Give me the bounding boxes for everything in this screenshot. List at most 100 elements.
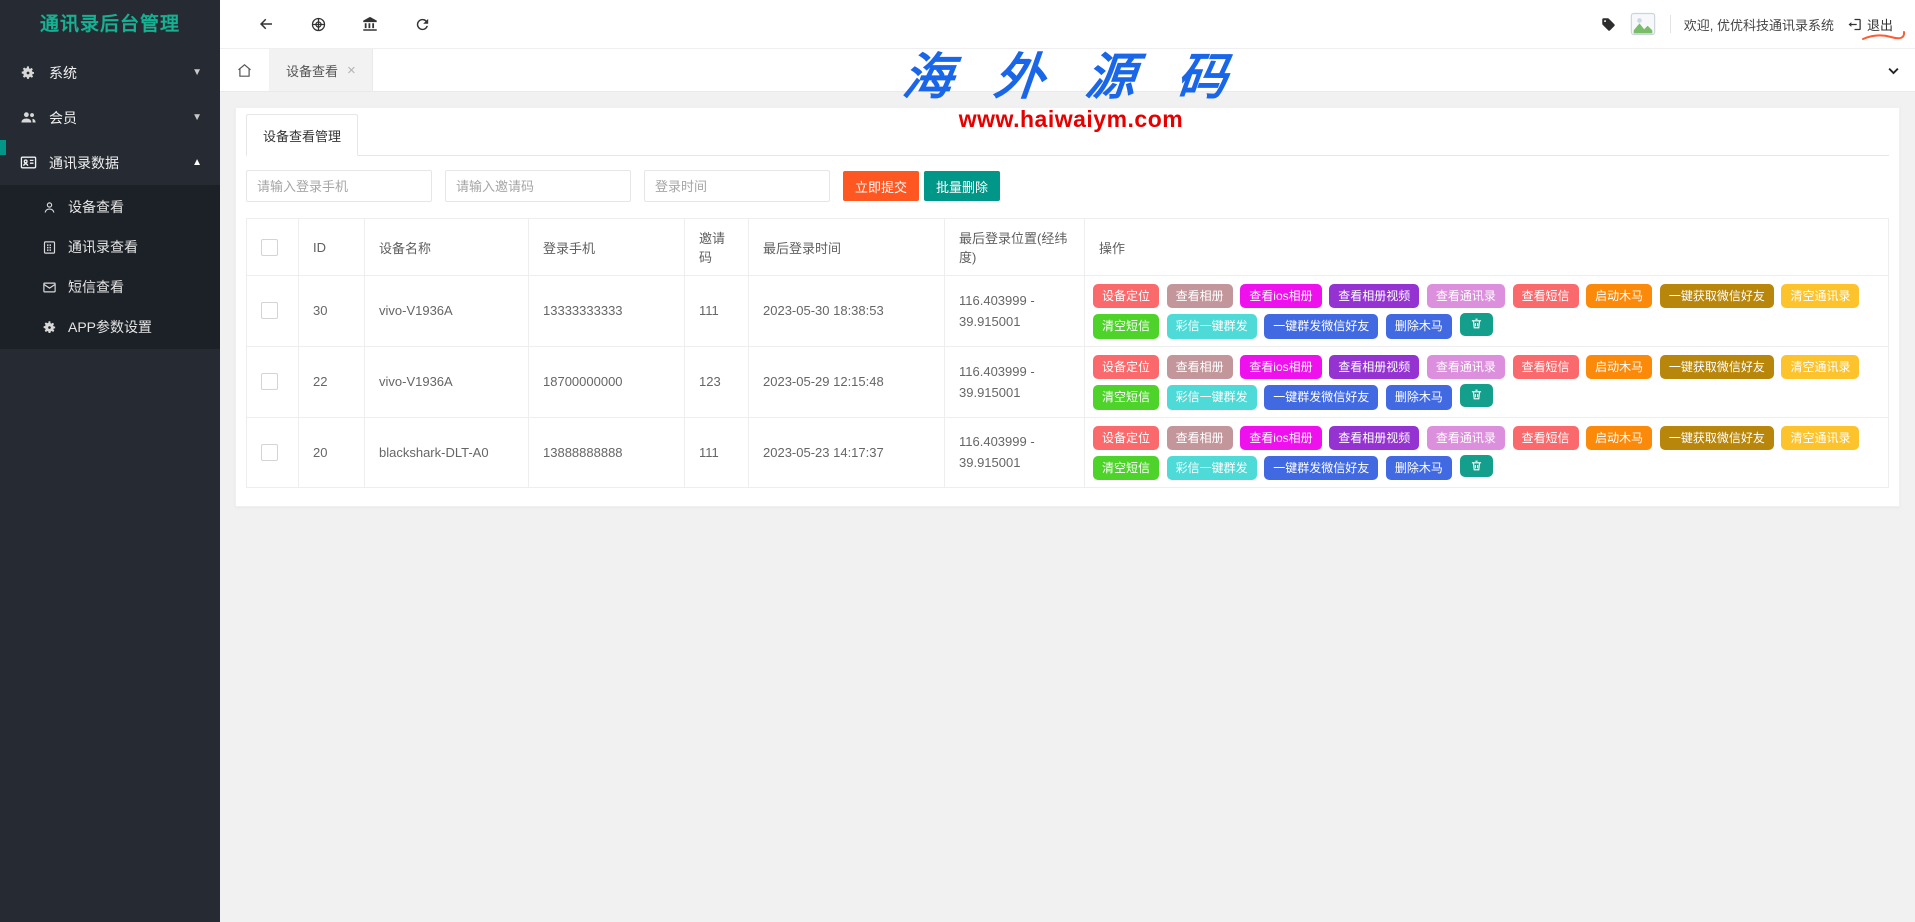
- clear-sms-button[interactable]: 清空短信: [1093, 314, 1159, 338]
- sidebar-item-label: 系统: [49, 63, 77, 83]
- cell-device: vivo-V1936A: [365, 346, 529, 417]
- view-ios-album-button[interactable]: 查看ios相册: [1240, 355, 1321, 379]
- close-icon[interactable]: ×: [347, 63, 356, 78]
- sidebar-item-label: APP参数设置: [68, 317, 152, 337]
- view-album-button[interactable]: 查看相册: [1167, 284, 1233, 308]
- sidebar-item-device-view[interactable]: 设备查看: [0, 187, 220, 227]
- view-album-button[interactable]: 查看相册: [1167, 426, 1233, 450]
- start-trojan-button[interactable]: 启动木马: [1586, 355, 1652, 379]
- cell-phone: 18700000000: [529, 346, 685, 417]
- logout-button[interactable]: 退出: [1847, 15, 1897, 34]
- select-all-checkbox[interactable]: [261, 239, 278, 256]
- locate-device-button[interactable]: 设备定位: [1093, 426, 1159, 450]
- id-card-icon: [20, 154, 40, 171]
- delete-trojan-button[interactable]: 删除木马: [1386, 456, 1452, 480]
- clear-contacts-button[interactable]: 清空通讯录: [1781, 355, 1859, 379]
- cell-phone: 13888888888: [529, 417, 685, 488]
- user-icon: [42, 200, 60, 215]
- tab-device-view[interactable]: 设备查看 ×: [270, 49, 373, 91]
- tab-label: 设备查看: [286, 61, 338, 80]
- mms-group-send-button[interactable]: 彩信一键群发: [1167, 314, 1257, 338]
- cell-invite: 111: [685, 276, 749, 347]
- wechat-group-send-button[interactable]: 一键群发微信好友: [1264, 314, 1378, 338]
- sidebar-item-label: 会员: [49, 108, 77, 128]
- row-checkbox[interactable]: [261, 302, 278, 319]
- back-icon[interactable]: [240, 0, 292, 49]
- clear-contacts-button[interactable]: 清空通讯录: [1781, 284, 1859, 308]
- view-sms-button[interactable]: 查看短信: [1513, 426, 1579, 450]
- row-checkbox[interactable]: [261, 373, 278, 390]
- cell-location: 116.403999 - 39.915001: [945, 417, 1085, 488]
- view-album-video-button[interactable]: 查看相册视频: [1329, 284, 1419, 308]
- chevron-down-icon: ▼: [192, 67, 202, 78]
- clear-sms-button[interactable]: 清空短信: [1093, 385, 1159, 409]
- get-wechat-friends-button[interactable]: 一键获取微信好友: [1660, 355, 1774, 379]
- cell-phone: 13333333333: [529, 276, 685, 347]
- refresh-icon[interactable]: [396, 0, 448, 49]
- view-album-video-button[interactable]: 查看相册视频: [1329, 355, 1419, 379]
- sidebar-item-system[interactable]: 系统 ▼: [0, 50, 220, 95]
- sidebar-submenu: 设备查看 通讯录查看 短信查看 APP参数设置: [0, 185, 220, 349]
- mms-group-send-button[interactable]: 彩信一键群发: [1167, 456, 1257, 480]
- tab-device-view-management[interactable]: 设备查看管理: [246, 114, 358, 156]
- view-sms-button[interactable]: 查看短信: [1513, 355, 1579, 379]
- cell-location: 116.403999 - 39.915001: [945, 276, 1085, 347]
- delete-trojan-button[interactable]: 删除木马: [1386, 385, 1452, 409]
- divider: [1670, 15, 1671, 33]
- column-header-actions: 操作: [1085, 219, 1889, 276]
- topbar: 欢迎, 优优科技通讯录系统 退出: [220, 0, 1915, 49]
- invite-code-input[interactable]: [445, 170, 631, 202]
- view-ios-album-button[interactable]: 查看ios相册: [1240, 426, 1321, 450]
- get-wechat-friends-button[interactable]: 一键获取微信好友: [1660, 426, 1774, 450]
- batch-delete-button[interactable]: 批量删除: [924, 171, 1000, 201]
- tag-icon[interactable]: [1601, 17, 1616, 32]
- login-phone-input[interactable]: [246, 170, 432, 202]
- view-album-button[interactable]: 查看相册: [1167, 355, 1233, 379]
- tab-more-button[interactable]: [1871, 49, 1915, 91]
- delete-trojan-button[interactable]: 删除木马: [1386, 314, 1452, 338]
- view-sms-button[interactable]: 查看短信: [1513, 284, 1579, 308]
- table-row: 30 vivo-V1936A 13333333333 111 2023-05-3…: [247, 276, 1889, 347]
- gear-icon: [42, 320, 60, 335]
- sidebar-item-app-settings[interactable]: APP参数设置: [0, 307, 220, 347]
- bank-icon[interactable]: [344, 0, 396, 49]
- sidebar-item-label: 设备查看: [68, 197, 124, 217]
- cell-actions: 设备定位 查看相册 查看ios相册 查看相册视频 查看通讯录 查看短信 启动木马…: [1085, 276, 1889, 347]
- view-ios-album-button[interactable]: 查看ios相册: [1240, 284, 1321, 308]
- wechat-group-send-button[interactable]: 一键群发微信好友: [1264, 456, 1378, 480]
- sidebar-item-contacts-data[interactable]: 通讯录数据 ▲: [0, 140, 220, 185]
- mms-group-send-button[interactable]: 彩信一键群发: [1167, 385, 1257, 409]
- cell-actions: 设备定位 查看相册 查看ios相册 查看相册视频 查看通讯录 查看短信 启动木马…: [1085, 346, 1889, 417]
- trash-action-button[interactable]: [1460, 313, 1493, 335]
- app-root: 通讯录后台管理 系统 ▼ 会员 ▼ 通讯录数据 ▲: [0, 0, 1915, 922]
- home-tab[interactable]: [220, 49, 270, 91]
- sidebar-item-sms-view[interactable]: 短信查看: [0, 267, 220, 307]
- view-contacts-button[interactable]: 查看通讯录: [1427, 426, 1505, 450]
- trash-action-button[interactable]: [1460, 455, 1493, 477]
- sidebar-item-members[interactable]: 会员 ▼: [0, 95, 220, 140]
- clear-contacts-button[interactable]: 清空通讯录: [1781, 426, 1859, 450]
- start-trojan-button[interactable]: 启动木马: [1586, 426, 1652, 450]
- locate-device-button[interactable]: 设备定位: [1093, 284, 1159, 308]
- view-contacts-button[interactable]: 查看通讯录: [1427, 355, 1505, 379]
- trash-action-button[interactable]: [1460, 384, 1493, 406]
- view-contacts-button[interactable]: 查看通讯录: [1427, 284, 1505, 308]
- submit-button[interactable]: 立即提交: [843, 171, 919, 201]
- chevron-up-icon: ▲: [192, 157, 202, 168]
- clear-sms-button[interactable]: 清空短信: [1093, 456, 1159, 480]
- locate-device-button[interactable]: 设备定位: [1093, 355, 1159, 379]
- table-header-row: ID 设备名称 登录手机 邀请码 最后登录时间 最后登录位置(经纬度) 操作: [247, 219, 1889, 276]
- contacts-book-icon: [42, 240, 60, 255]
- get-wechat-friends-button[interactable]: 一键获取微信好友: [1660, 284, 1774, 308]
- row-checkbox[interactable]: [261, 444, 278, 461]
- view-album-video-button[interactable]: 查看相册视频: [1329, 426, 1419, 450]
- table-row: 22 vivo-V1936A 18700000000 123 2023-05-2…: [247, 346, 1889, 417]
- globe-icon[interactable]: [292, 0, 344, 49]
- wechat-group-send-button[interactable]: 一键群发微信好友: [1264, 385, 1378, 409]
- sidebar-item-contacts-view[interactable]: 通讯录查看: [0, 227, 220, 267]
- start-trojan-button[interactable]: 启动木马: [1586, 284, 1652, 308]
- login-time-input[interactable]: [644, 170, 830, 202]
- scribble-underline: [1861, 30, 1905, 42]
- avatar[interactable]: [1629, 10, 1657, 38]
- cell-id: 20: [299, 417, 365, 488]
